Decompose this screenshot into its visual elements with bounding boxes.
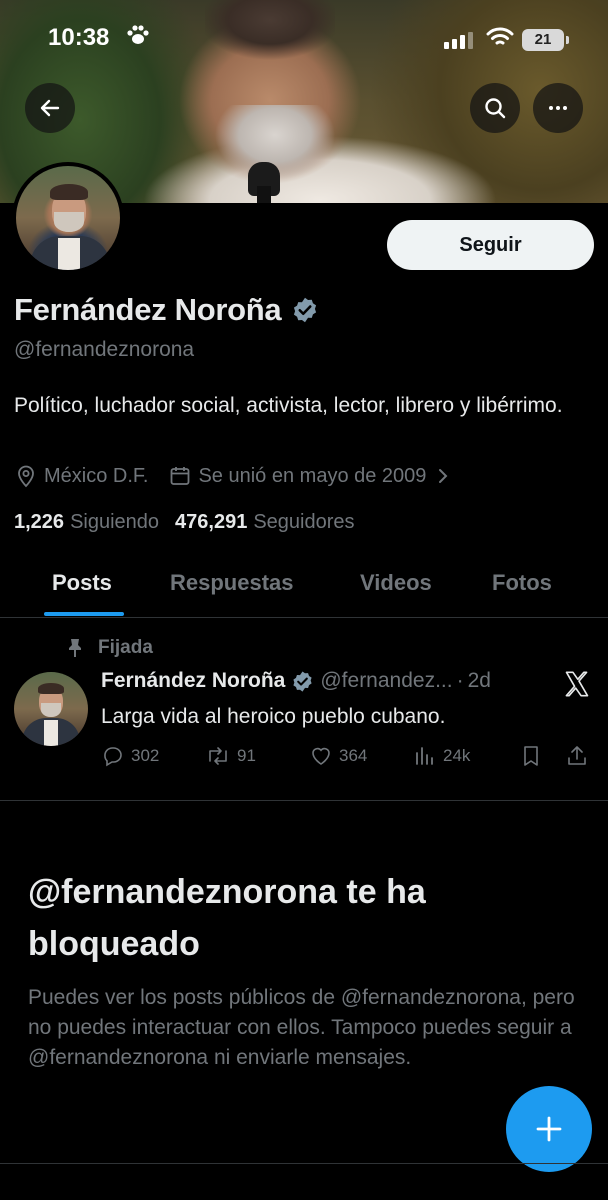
bookmark-icon: [524, 746, 538, 766]
profile-bio: Político, luchador social, activista, le…: [14, 394, 563, 417]
avatar-hair: [38, 683, 64, 694]
repost-button[interactable]: 91: [205, 744, 256, 768]
blocked-message: Puedes ver los posts públicos de @fernan…: [28, 986, 575, 1069]
banner-photo-microphone-handle: [257, 186, 271, 203]
post-actions: 302 91 364 24k: [101, 744, 591, 774]
post-header: Fernández Noroña @fernandez... · 2d: [101, 669, 491, 693]
cellular-signal-icon: [444, 32, 473, 49]
search-button[interactable]: [470, 83, 520, 133]
profile-name-row: Fernández Noroña: [14, 292, 319, 328]
back-button[interactable]: [25, 83, 75, 133]
chevron-right-icon[interactable]: [436, 466, 450, 486]
tab-respuestas[interactable]: Respuestas: [170, 570, 294, 596]
following-link[interactable]: 1,226 Siguiendo: [14, 511, 159, 534]
tab-posts[interactable]: Posts: [52, 570, 112, 596]
pin-icon: [69, 639, 81, 657]
repost-count: 91: [237, 746, 256, 765]
arrow-left-icon: [40, 99, 60, 117]
search-icon: [485, 98, 506, 119]
avatar-shirt: [44, 720, 58, 746]
following-count: 1,226: [14, 511, 65, 533]
more-horizontal-icon: [549, 106, 567, 110]
x-logo-icon[interactable]: [563, 670, 591, 698]
like-count: 364: [339, 746, 368, 765]
profile-avatar[interactable]: [12, 162, 124, 274]
share-icon: [568, 746, 586, 765]
heart-icon: [312, 747, 330, 765]
blocked-title: @fernandeznorona te ha bloqueado: [28, 873, 426, 963]
post-author-avatar[interactable]: [14, 672, 88, 746]
avatar-shirt: [58, 238, 80, 270]
followers-label: Seguidores: [253, 511, 355, 533]
status-time: 10:38: [48, 24, 110, 51]
calendar-icon: [171, 467, 190, 485]
followers-count: 476,291: [175, 511, 248, 533]
verified-badge-icon[interactable]: [291, 296, 319, 324]
profile-meta: México D.F. Se unió en mayo de 2009: [14, 464, 450, 488]
profile-tabs: Posts Respuestas Videos Fotos: [0, 560, 608, 618]
follow-button[interactable]: Seguir: [387, 220, 594, 270]
views-count: 24k: [443, 746, 471, 765]
location-pin-icon: [18, 465, 34, 488]
post-author-name[interactable]: Fernández Noroña: [101, 669, 285, 693]
post-separator: ·: [456, 669, 464, 692]
profile-handle: @fernandeznorona: [14, 338, 195, 361]
post-text[interactable]: Larga vida al heroico pueblo cubano.: [101, 705, 445, 729]
views-button[interactable]: 24k: [413, 744, 470, 768]
bookmark-button[interactable]: [519, 744, 549, 768]
followers-link[interactable]: 476,291 Seguidores: [175, 511, 354, 534]
verified-badge-icon[interactable]: [291, 670, 314, 693]
battery-indicator: 21: [522, 29, 569, 51]
reply-count: 302: [131, 746, 160, 765]
divider: [0, 800, 608, 801]
avatar-beard: [54, 212, 84, 232]
reply-button[interactable]: 302: [101, 744, 159, 768]
active-tab-indicator: [44, 612, 124, 616]
tab-videos[interactable]: Videos: [360, 570, 432, 596]
plus-icon: [536, 1116, 562, 1142]
more-button[interactable]: [533, 83, 583, 133]
divider: [0, 1163, 608, 1164]
avatar-beard: [41, 703, 61, 717]
wifi-icon: [486, 26, 514, 48]
post-author-handle[interactable]: @fernandez...: [320, 669, 452, 693]
analytics-icon: [416, 747, 433, 765]
share-button[interactable]: [565, 744, 595, 768]
avatar-hair: [50, 184, 88, 200]
following-label: Siguiendo: [70, 511, 160, 533]
repost-icon: [209, 747, 227, 765]
reply-icon: [104, 747, 122, 767]
profile-follow-counts: 1,226 Siguiendo 476,291 Seguidores: [14, 511, 371, 534]
profile-joined-date[interactable]: Se unió en mayo de 2009: [198, 465, 426, 488]
profile-display-name: Fernández Noroña: [14, 292, 282, 327]
tab-fotos[interactable]: Fotos: [492, 570, 552, 596]
paw-icon: [126, 24, 150, 52]
like-button[interactable]: 364: [309, 744, 367, 768]
pinned-label: Fijada: [66, 637, 153, 659]
pinned-text: Fijada: [98, 637, 153, 658]
compose-post-button[interactable]: [506, 1086, 592, 1172]
status-bar: 10:38 21: [0, 0, 608, 80]
profile-location: México D.F.: [44, 464, 149, 487]
post-timestamp[interactable]: 2d: [468, 669, 491, 693]
